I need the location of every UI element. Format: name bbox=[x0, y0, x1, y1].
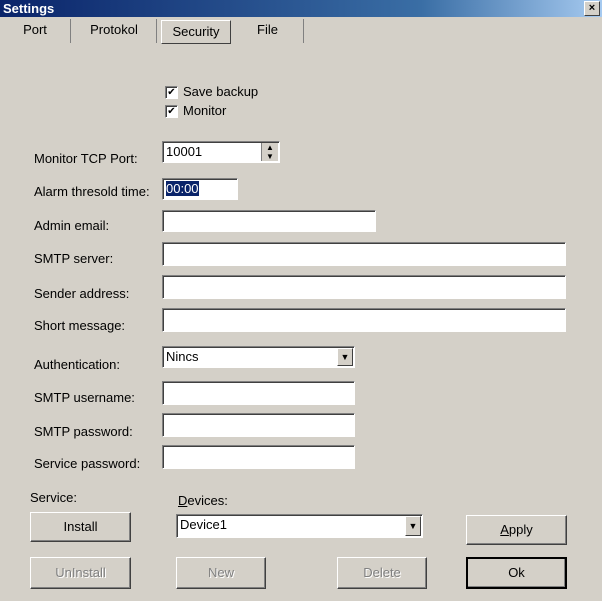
spin-down-icon[interactable]: ▼ bbox=[262, 152, 278, 161]
smtp-password-label: SMTP password: bbox=[34, 424, 133, 439]
check-icon: ✔ bbox=[167, 106, 176, 117]
save-backup-label: Save backup bbox=[183, 84, 259, 99]
devices-mnemonic: D bbox=[178, 493, 188, 508]
authentication-value: Nincs bbox=[166, 349, 199, 364]
smtp-username-input[interactable] bbox=[162, 381, 355, 405]
delete-device-button[interactable]: Delete bbox=[337, 557, 427, 589]
window-title: Settings bbox=[3, 1, 55, 16]
monitor-tcp-port-value: 10001 bbox=[166, 144, 203, 159]
check-icon: ✔ bbox=[167, 87, 176, 98]
service-password-input[interactable] bbox=[162, 445, 355, 469]
alarm-threshold-time-value: 00:00 bbox=[166, 181, 199, 196]
uninstall-button[interactable]: UnInstall bbox=[30, 557, 131, 589]
tab-security[interactable]: Security bbox=[161, 20, 231, 44]
apply-button[interactable]: Apply bbox=[466, 515, 567, 545]
devices-value: Device1 bbox=[180, 517, 227, 532]
alarm-threshold-time-input[interactable]: 00:00 bbox=[162, 178, 238, 200]
smtp-server-input[interactable] bbox=[162, 242, 566, 266]
monitor-tcp-port-spinner[interactable]: 10001 ▲ ▼ bbox=[162, 141, 280, 163]
smtp-username-label: SMTP username: bbox=[34, 390, 135, 405]
sender-address-input[interactable] bbox=[162, 275, 566, 299]
spinner-buttons[interactable]: ▲ ▼ bbox=[261, 143, 278, 161]
monitor-tcp-port-label: Monitor TCP Port: bbox=[34, 151, 138, 166]
title-bar[interactable]: Settings × bbox=[0, 0, 602, 17]
apply-mnemonic: A bbox=[500, 522, 509, 537]
tab-protokol[interactable]: Protokol bbox=[72, 19, 157, 43]
monitor-checkbox[interactable]: ✔ bbox=[165, 105, 178, 118]
tab-file[interactable]: File bbox=[232, 19, 304, 43]
tab-label: Port bbox=[23, 22, 47, 37]
smtp-password-input[interactable] bbox=[162, 413, 355, 437]
tab-label: File bbox=[257, 22, 278, 37]
admin-email-label: Admin email: bbox=[34, 218, 110, 233]
close-button[interactable]: × bbox=[584, 1, 600, 16]
monitor-label: Monitor bbox=[183, 103, 227, 118]
tab-label: Security bbox=[172, 24, 220, 39]
ok-button[interactable]: Ok bbox=[466, 557, 567, 589]
authentication-select[interactable]: Nincs ▼ bbox=[162, 346, 355, 368]
devices-select[interactable]: Device1 ▼ bbox=[176, 514, 423, 538]
devices-label: Devices: bbox=[178, 493, 228, 508]
install-button[interactable]: Install bbox=[30, 512, 131, 542]
spin-up-icon[interactable]: ▲ bbox=[262, 143, 278, 152]
chevron-down-icon[interactable]: ▼ bbox=[337, 348, 353, 366]
save-backup-checkbox[interactable]: ✔ bbox=[165, 86, 178, 99]
authentication-label: Authentication: bbox=[34, 357, 121, 372]
service-password-label: Service password: bbox=[34, 456, 141, 471]
alarm-threshold-time-label: Alarm thresold time: bbox=[34, 184, 150, 199]
settings-dialog: Settings × Port Protokol Security File ✔… bbox=[0, 0, 602, 601]
admin-email-input[interactable] bbox=[162, 210, 376, 232]
apply-label: pply bbox=[508, 522, 533, 537]
short-message-input[interactable] bbox=[162, 308, 566, 332]
chevron-down-icon[interactable]: ▼ bbox=[405, 516, 421, 536]
tab-label: Protokol bbox=[90, 22, 138, 37]
short-message-label: Short message: bbox=[34, 318, 126, 333]
sender-address-label: Sender address: bbox=[34, 286, 130, 301]
smtp-server-label: SMTP server: bbox=[34, 251, 114, 266]
new-device-button[interactable]: New bbox=[176, 557, 266, 589]
tab-port[interactable]: Port bbox=[0, 19, 71, 43]
devices-label-text: evices: bbox=[187, 493, 228, 508]
service-label: Service: bbox=[30, 490, 77, 505]
